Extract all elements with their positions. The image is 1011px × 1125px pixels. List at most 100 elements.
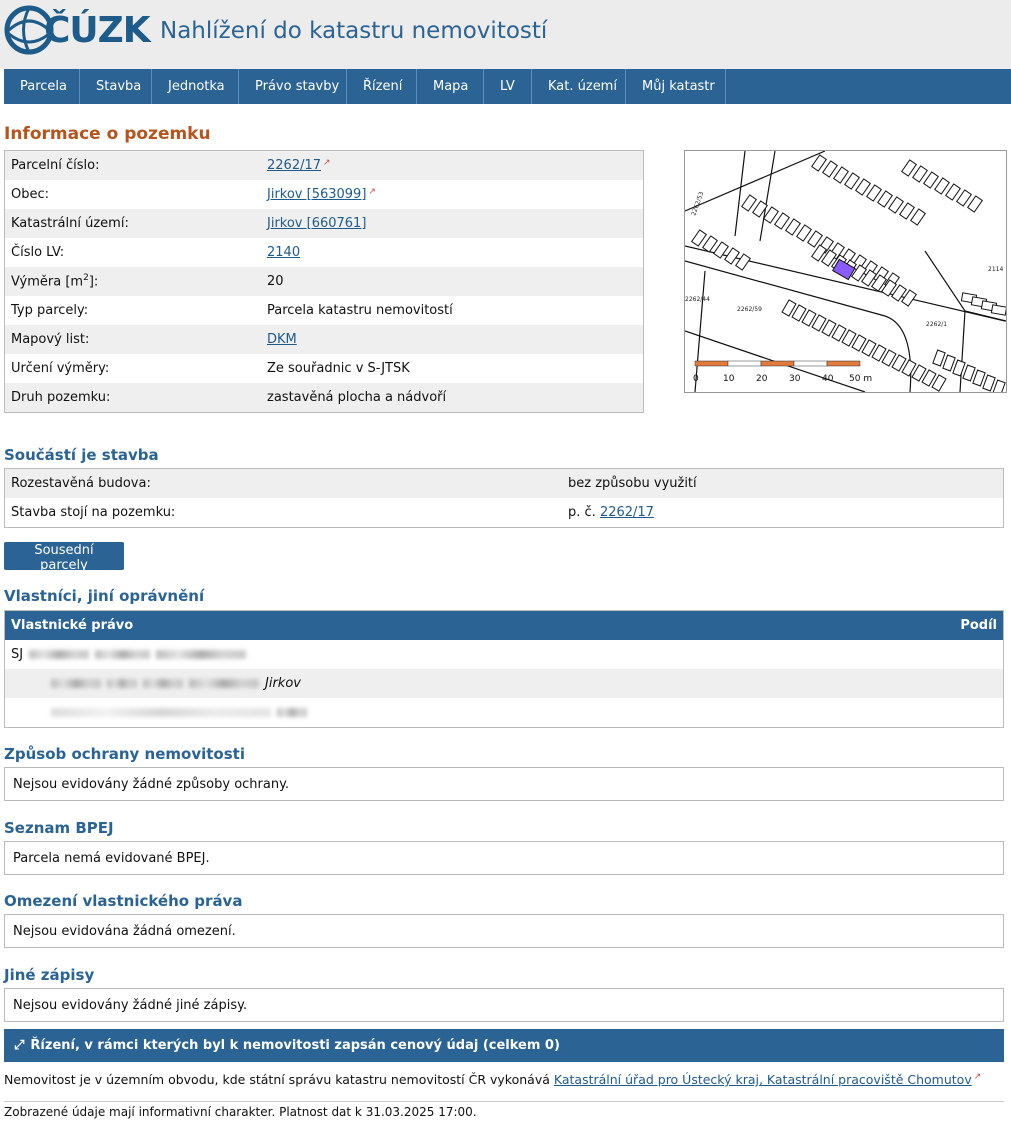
map-building bbox=[724, 247, 740, 265]
owner-address-city: Jirkov bbox=[265, 676, 301, 691]
nav-item-lv[interactable]: LV bbox=[484, 69, 532, 104]
redacted-text bbox=[143, 679, 183, 688]
label-text: ]: bbox=[88, 274, 99, 290]
svg-text:2114: 2114 bbox=[988, 266, 1003, 273]
restrictions-box: Nejsou evidována žádná omezení. bbox=[4, 914, 1004, 948]
redacted-text bbox=[95, 650, 151, 659]
row-value: p. č. 2262/17 bbox=[562, 498, 1004, 528]
table-row: Určení výměry: Ze souřadnic v S-JTSK bbox=[5, 354, 644, 383]
cuzk-logo[interactable]: ČÚZK bbox=[4, 4, 154, 56]
bpej-box: Parcela nemá evidované BPEJ. bbox=[4, 841, 1004, 875]
nav-item-muj-katastr[interactable]: Můj katastr bbox=[626, 69, 726, 104]
map-drawing: 2262/53 2262/59 2262/1 2262/44 2114 4480… bbox=[685, 151, 1006, 392]
redacted-text bbox=[51, 679, 101, 688]
svg-text:2262/59: 2262/59 bbox=[737, 306, 762, 313]
svg-text:2262/1: 2262/1 bbox=[926, 321, 947, 328]
section-title-restrictions: Omezení vlastnického práva bbox=[4, 892, 243, 910]
map-building bbox=[735, 253, 751, 271]
section-title-bpej: Seznam BPEJ bbox=[4, 819, 114, 837]
row-label: Rozestavěná budova: bbox=[4, 468, 562, 498]
row-label: Výměra [m2]: bbox=[4, 267, 261, 296]
neighbor-parcels-button[interactable]: Sousední parcely bbox=[4, 542, 124, 573]
parcel-link[interactable]: 2262/17 bbox=[600, 505, 654, 520]
svg-text:40: 40 bbox=[822, 374, 834, 384]
redacted-text bbox=[277, 708, 307, 717]
map-building bbox=[942, 354, 956, 372]
nav-item-rizeni[interactable]: Řízení bbox=[347, 69, 417, 104]
map-sheet-link[interactable]: DKM bbox=[267, 332, 297, 347]
map-building bbox=[952, 359, 966, 377]
section-title-protection: Způsob ochrany nemovitosti bbox=[4, 745, 245, 763]
owners-table: Vlastnické právo Podíl SJ Jirkov bbox=[4, 610, 1004, 728]
owner-row bbox=[5, 698, 1003, 727]
map-building bbox=[901, 159, 917, 177]
table-row: Druh pozemku: zastavěná plocha a nádvoří bbox=[4, 383, 644, 413]
row-label: Katastrální území: bbox=[4, 209, 261, 238]
table-row: Katastrální území: Jirkov [660761] bbox=[4, 209, 644, 238]
table-row: Parcelní číslo: 2262/17 ↗ bbox=[4, 150, 644, 180]
row-value: Ze souřadnic v S-JTSK bbox=[267, 361, 410, 376]
svg-text:20: 20 bbox=[756, 374, 768, 384]
section-title-other-records: Jiné zápisy bbox=[4, 966, 95, 984]
row-label: Typ parcely: bbox=[11, 303, 89, 318]
divider bbox=[4, 1101, 1004, 1102]
map-building bbox=[702, 235, 718, 253]
redacted-text bbox=[29, 650, 90, 659]
svg-text:0: 0 bbox=[693, 374, 699, 384]
map-building bbox=[912, 165, 928, 183]
redacted-text bbox=[107, 679, 137, 688]
nav-item-kat-uzemi[interactable]: Kat. území bbox=[532, 69, 626, 104]
nav-item-mapa[interactable]: Mapa bbox=[417, 69, 484, 104]
row-value: DKM bbox=[261, 325, 644, 354]
parcel-number-link[interactable]: 2262/17 bbox=[267, 158, 321, 173]
map-building bbox=[785, 218, 801, 236]
external-link-icon: ↗ bbox=[323, 158, 331, 168]
column-header-share: Podíl bbox=[960, 618, 997, 633]
katastralni-uzemi-link[interactable]: Jirkov [660761] bbox=[267, 216, 366, 231]
map-building bbox=[844, 172, 860, 190]
map-building bbox=[923, 171, 939, 189]
map-building bbox=[992, 379, 1006, 392]
map-building bbox=[811, 154, 827, 172]
section-title-stavba: Součástí je stavba bbox=[4, 446, 159, 464]
row-value: 2140 bbox=[261, 238, 644, 267]
map-scale-bar bbox=[694, 360, 861, 367]
map-building bbox=[910, 208, 926, 226]
map-building bbox=[888, 196, 904, 214]
row-label: Stavba stojí na pozemku: bbox=[11, 505, 176, 520]
nav-item-parcela[interactable]: Parcela bbox=[4, 69, 80, 104]
map-building bbox=[855, 178, 871, 196]
redacted-text bbox=[156, 650, 247, 659]
row-value: zastavěná plocha a nádvoří bbox=[261, 383, 644, 413]
table-row: Stavba stojí na pozemku: p. č. 2262/17 bbox=[5, 498, 1004, 528]
map-building bbox=[962, 364, 976, 382]
lv-number-link[interactable]: 2140 bbox=[267, 245, 300, 260]
map-building bbox=[990, 304, 1006, 316]
obec-link[interactable]: Jirkov [563099] bbox=[267, 187, 366, 202]
row-value: Parcela katastru nemovitostí bbox=[267, 303, 453, 318]
nav-item-jednotka[interactable]: Jednotka bbox=[152, 69, 239, 104]
nav-item-pravo-stavby[interactable]: Právo stavby bbox=[239, 69, 347, 104]
row-label: Číslo LV: bbox=[11, 245, 65, 260]
nav-item-stavba[interactable]: Stavba bbox=[80, 69, 152, 104]
owner-row: SJ bbox=[5, 640, 1003, 669]
logo-text: ČÚZK bbox=[44, 10, 151, 51]
map-building bbox=[877, 190, 893, 208]
owner-row: Jirkov bbox=[5, 669, 1003, 698]
cadastral-office-link[interactable]: Katastrální úřad pro Ústecký kraj, Katas… bbox=[554, 1072, 972, 1087]
table-row: Číslo LV: 2140 bbox=[5, 238, 644, 267]
table-row: Výměra [m2]: 20 bbox=[4, 267, 644, 296]
svg-text:2262/44: 2262/44 bbox=[685, 296, 710, 303]
map-building bbox=[982, 374, 996, 392]
price-proceedings-toggle[interactable]: ⤢ Řízení, v rámci kterých byl k nemovitos… bbox=[4, 1029, 1004, 1062]
office-text: Nemovitost je v územním obvodu, kde stát… bbox=[4, 1072, 554, 1087]
table-row: Typ parcely: Parcela katastru nemovitost… bbox=[5, 296, 644, 325]
map-building bbox=[932, 349, 946, 367]
row-value: 20 bbox=[261, 267, 644, 296]
map-building bbox=[899, 202, 915, 220]
cadastral-map[interactable]: 2262/53 2262/59 2262/1 2262/44 2114 4480… bbox=[684, 150, 1007, 393]
map-building bbox=[866, 184, 882, 202]
map-building bbox=[833, 166, 849, 184]
row-value: 2262/17 ↗ bbox=[261, 150, 644, 180]
table-row: Rozestavěná budova: bez způsobu využití bbox=[4, 468, 1004, 498]
